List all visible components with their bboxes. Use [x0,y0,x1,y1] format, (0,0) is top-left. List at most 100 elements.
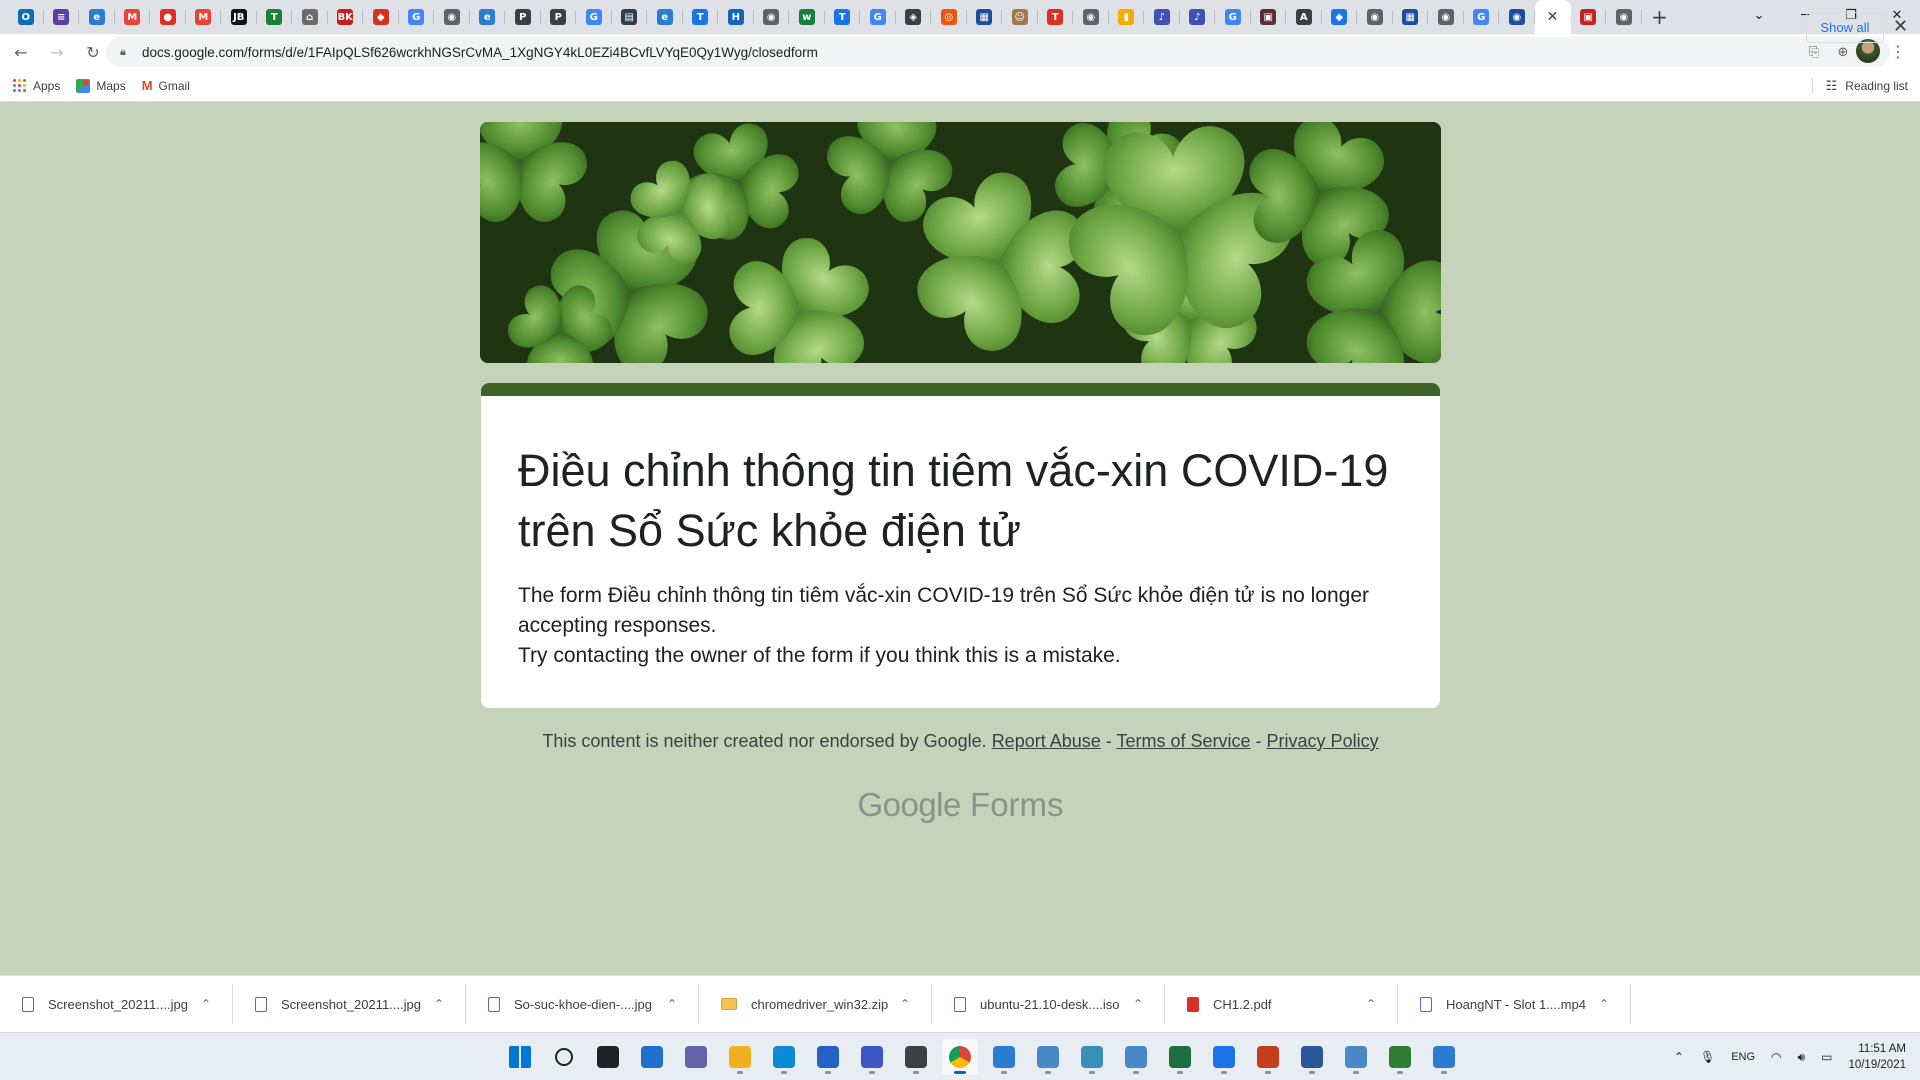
browser-tab[interactable]: ▣ [1251,0,1287,34]
browser-tab[interactable]: H [718,0,754,34]
browser-tab[interactable]: P [505,0,541,34]
tab-active[interactable]: ✕ [1534,0,1571,34]
url-text[interactable]: docs.google.com/forms/d/e/1FAIpQLSf626wc… [142,45,818,60]
taskbar-app[interactable] [898,1039,934,1075]
taskbar-app[interactable] [1162,1039,1198,1075]
browser-tab[interactable]: ◉ [754,0,790,34]
browser-tab[interactable]: G [576,0,612,34]
forward-button[interactable]: → [42,37,72,67]
taskbar-app[interactable] [1074,1039,1110,1075]
browser-tab[interactable]: ☺ [1002,0,1038,34]
chevron-up-icon[interactable]: ⌃ [1674,1050,1684,1064]
browser-tab[interactable]: T [683,0,719,34]
browser-tab[interactable]: ≡ [44,0,80,34]
bookmark-maps[interactable]: Maps [76,78,126,93]
translate-icon[interactable]: ⎘ [1809,45,1819,60]
bookmark-gmail[interactable]: M Gmail [142,78,190,93]
taskbar-app[interactable] [1426,1039,1462,1075]
browser-tab[interactable]: ♪ [1144,0,1180,34]
taskbar-app[interactable] [810,1039,846,1075]
taskbar-app[interactable] [1118,1039,1154,1075]
terms-link[interactable]: Terms of Service [1116,731,1250,751]
download-item[interactable]: HoangNT - Slot 1....mp4 ⌃ [1398,976,1631,1033]
browser-tab[interactable]: T [1038,0,1074,34]
lock-icon[interactable]: 🔒︎ [120,45,136,59]
browser-tab[interactable]: ◎ [931,0,967,34]
browser-tab[interactable]: ◈ [896,0,932,34]
taskbar-app[interactable] [1250,1039,1286,1075]
menu-icon[interactable]: ⋮ [1890,42,1906,61]
browser-tab[interactable]: T [825,0,861,34]
chevron-up-icon[interactable]: ⌃ [1133,997,1143,1011]
show-all-button[interactable]: Show all [1806,12,1884,43]
volume-icon[interactable]: 🔊︎ [1798,1050,1806,1065]
download-item[interactable]: chromedriver_win32.zip ⌃ [699,976,932,1033]
zoom-icon[interactable]: ⊕ [1837,45,1848,60]
taskbar-app[interactable] [986,1039,1022,1075]
wifi-icon[interactable]: ◠ [1771,1050,1781,1064]
taskbar-app[interactable] [1294,1039,1330,1075]
report-abuse-link[interactable]: Report Abuse [992,731,1101,751]
taskbar-app[interactable] [766,1039,802,1075]
browser-tab[interactable]: ▦ [967,0,1003,34]
taskbar-app[interactable] [590,1039,626,1075]
chevron-up-icon[interactable]: ⌃ [434,997,444,1011]
new-tab-button[interactable]: + [1642,0,1678,34]
browser-tab[interactable]: G [1464,0,1500,34]
download-item[interactable]: So-suc-khoe-dien-....jpg ⌃ [466,976,699,1033]
taskbar-app[interactable] [854,1039,890,1075]
browser-tab[interactable]: ▮ [1109,0,1145,34]
reload-button[interactable]: ↻ [78,37,108,67]
browser-tab[interactable]: ● [150,0,186,34]
browser-tab[interactable]: ▣ [1571,0,1607,34]
browser-tab[interactable]: ◆ [363,0,399,34]
address-bar[interactable]: 🔒︎ docs.google.com/forms/d/e/1FAIpQLSf62… [106,37,1890,67]
battery-icon[interactable]: ▭ [1821,1050,1832,1064]
browser-tab[interactable]: G [1215,0,1251,34]
browser-tab[interactable]: BK [328,0,364,34]
back-button[interactable]: ← [6,37,36,67]
browser-tab[interactable]: G [860,0,896,34]
browser-tab[interactable]: w [789,0,825,34]
download-item[interactable]: Screenshot_20211....jpg ⌃ [0,976,233,1033]
language-indicator[interactable]: ENG [1731,1051,1755,1063]
browser-tab[interactable]: ◉ [434,0,470,34]
chevron-up-icon[interactable]: ⌃ [1599,997,1609,1011]
taskbar-app[interactable] [1030,1039,1066,1075]
taskbar-app[interactable] [502,1039,538,1075]
browser-tab[interactable]: ◆ [1322,0,1358,34]
chevron-up-icon[interactable]: ⌃ [201,997,211,1011]
taskbar-app[interactable] [546,1039,582,1075]
browser-tab[interactable]: A [1286,0,1322,34]
tab-search-icon[interactable]: ⌄ [1736,0,1782,30]
browser-tab[interactable]: ◉ [1499,0,1535,34]
browser-tab[interactable]: e [79,0,115,34]
chevron-up-icon[interactable]: ⌃ [1366,997,1376,1011]
browser-tab[interactable]: e [647,0,683,34]
browser-tab[interactable]: ▦ [1393,0,1429,34]
microphone-icon[interactable]: 🎙︎ [1700,1050,1715,1064]
privacy-link[interactable]: Privacy Policy [1267,731,1379,751]
browser-tab[interactable]: M [115,0,151,34]
taskbar-app[interactable] [1338,1039,1374,1075]
browser-tab[interactable]: ◉ [1606,0,1642,34]
browser-tab[interactable]: M [186,0,222,34]
download-item[interactable]: Screenshot_20211....jpg ⌃ [233,976,466,1033]
browser-tab[interactable]: O [8,0,44,34]
download-item[interactable]: ubuntu-21.10-desk....iso ⌃ [932,976,1165,1033]
chevron-up-icon[interactable]: ⌃ [900,997,910,1011]
taskbar-app[interactable] [1382,1039,1418,1075]
download-item[interactable]: CH1.2.pdf ⌃ [1165,976,1398,1033]
browser-tab[interactable]: T [257,0,293,34]
browser-tab[interactable]: ⌂ [292,0,328,34]
bookmark-apps[interactable]: Apps [13,78,60,93]
browser-tab[interactable]: e [470,0,506,34]
browser-tab[interactable]: ◉ [1357,0,1393,34]
taskbar-app[interactable] [722,1039,758,1075]
browser-tab[interactable]: JB [221,0,257,34]
browser-tab[interactable]: ♪ [1180,0,1216,34]
taskbar-app[interactable] [1206,1039,1242,1075]
close-downloads-icon[interactable]: ✕ [1893,16,1908,37]
google-forms-logo[interactable]: Google Forms [480,786,1441,824]
browser-tab[interactable]: ◉ [1073,0,1109,34]
